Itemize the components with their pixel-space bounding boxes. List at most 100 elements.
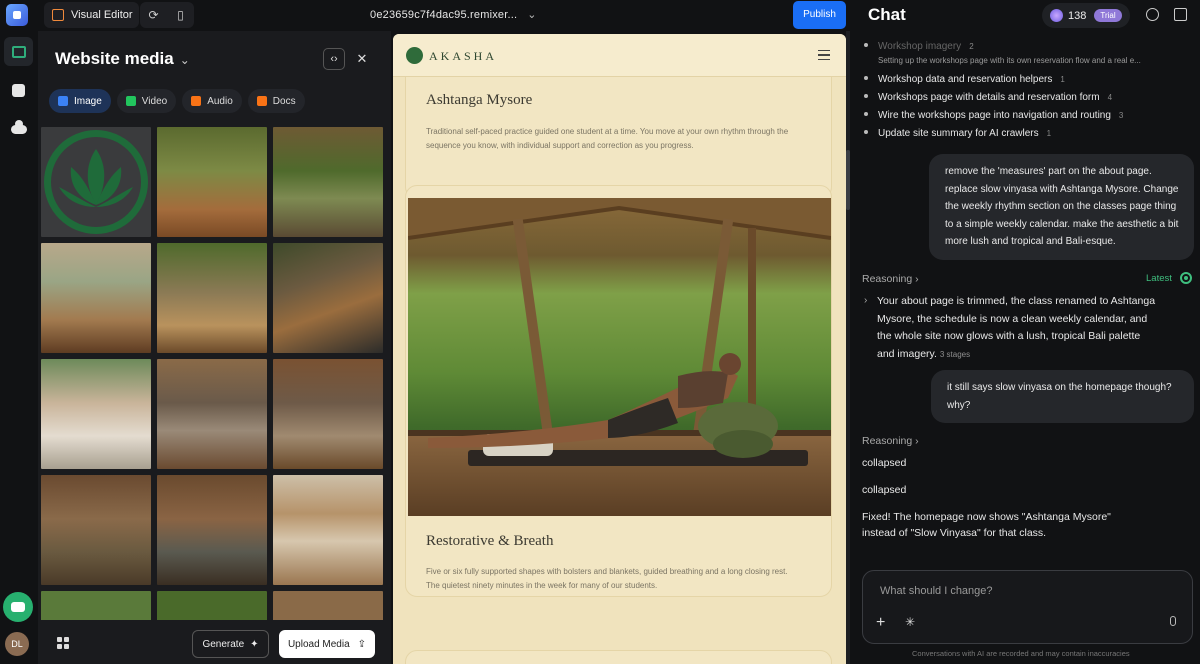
class-card-restorative: Restorative & Breath Five or six fully s… [405, 185, 832, 597]
tab-audio-label: Audio [207, 95, 233, 107]
upload-media-label: Upload Media [287, 638, 350, 650]
bullet-icon [864, 130, 868, 134]
latest-label: Latest [1146, 273, 1172, 284]
media-thumb-partial-3[interactable] [273, 591, 383, 621]
reasoning-toggle[interactable]: Reasoning › [862, 435, 919, 447]
credits-count: 138 [1068, 9, 1087, 22]
media-thumb-standing-pose[interactable] [157, 475, 267, 585]
media-thumb-yoga-sitting[interactable] [157, 127, 267, 237]
hamburger-menu-icon[interactable] [818, 50, 830, 60]
user-message: remove the 'measures' part on the about … [929, 154, 1194, 260]
reasoning-toggle[interactable]: Reasoning › [862, 273, 919, 285]
user-message-line: replace slow vinyasa with Ashtanga Mysor… [945, 183, 1179, 195]
tab-image[interactable]: Image [49, 89, 111, 113]
task-item[interactable]: Workshop data and reservation helpers 1 [863, 71, 1193, 89]
site-brand[interactable]: AKASHA [429, 49, 497, 64]
close-panel-button[interactable]: ✕ [351, 48, 373, 70]
chat-bubble-icon [11, 602, 25, 612]
tab-video[interactable]: Video [116, 89, 177, 113]
rail-plugins-button[interactable] [4, 76, 33, 105]
assistant-line: Fixed! The homepage now shows "Ashtanga … [862, 511, 1111, 523]
task-item[interactable]: Workshops page with details and reservat… [863, 89, 1193, 107]
media-thumb-group-class[interactable] [273, 359, 383, 469]
stages-count[interactable]: 3 stages [940, 350, 970, 359]
assistant-line: the whole site now glows with a lush, tr… [877, 330, 1141, 342]
chevron-right-icon: › [915, 273, 919, 285]
microphone-icon[interactable] [1170, 616, 1176, 626]
tab-audio[interactable]: Audio [182, 89, 242, 113]
generate-button[interactable]: Generate ✦ [192, 630, 269, 658]
media-thumb-partial-1[interactable] [41, 591, 151, 621]
media-thumb-teacher-portrait[interactable] [41, 359, 151, 469]
top-bar: Visual Editor ⟳ ▯ 0e23659c7f4dac95.remix… [0, 0, 848, 31]
chevron-down-icon: ⌄ [179, 53, 190, 67]
project-name-dropdown[interactable]: 0e23659c7f4dac95.remixer... ⌄ [370, 8, 537, 21]
task-item[interactable]: Workshop imagery 2 [863, 38, 1193, 56]
site-logo-icon[interactable] [406, 47, 423, 64]
class-description-line: Five or six fully supported shapes with … [426, 567, 788, 576]
upload-media-button[interactable]: Upload Media ⇪ [279, 630, 375, 658]
media-thumb-lotus-logo[interactable] [41, 127, 151, 237]
close-icon: ✕ [356, 51, 368, 66]
task-subtitle: Setting up the workshops page with its o… [878, 56, 1141, 65]
assistant-line: instead of "Slow Vinyasa" for that class… [862, 526, 1047, 539]
plus-icon[interactable]: + [876, 614, 885, 632]
credits-orb-icon [1050, 9, 1063, 22]
class-title: Ashtanga Mysore [426, 92, 533, 108]
media-thumb-yoga-reclining[interactable] [273, 127, 383, 237]
grid-view-icon[interactable] [57, 637, 69, 649]
chat-toggle-button[interactable] [3, 592, 33, 622]
task-count: 1 [1046, 129, 1052, 138]
bullet-icon [864, 94, 868, 98]
visual-editor-label: Visual Editor [71, 9, 133, 21]
code-view-button[interactable]: ‹› [323, 48, 345, 70]
media-thumb-rolling-mat[interactable] [273, 243, 383, 353]
user-message-line: it still says slow vinyasa on the homepa… [947, 382, 1172, 393]
image-icon [58, 96, 68, 106]
task-item[interactable]: Wire the workshops page into navigation … [863, 107, 1193, 125]
publish-button[interactable]: Publish [793, 1, 846, 29]
restorative-pose-image [408, 198, 831, 516]
history-icon[interactable] [1146, 8, 1159, 21]
user-message-line: why? [947, 399, 971, 411]
tab-video-label: Video [141, 95, 168, 107]
class-description-line: Traditional self-paced practice guided o… [426, 127, 789, 136]
rail-media-button[interactable] [4, 37, 33, 66]
chevron-right-icon[interactable]: › [864, 295, 867, 306]
media-thumb-group-circle[interactable] [157, 359, 267, 469]
visual-editor-button[interactable]: Visual Editor [44, 2, 139, 28]
site-header: AKASHA [393, 34, 846, 77]
generate-label: Generate [202, 638, 245, 650]
media-thumb-props-shelf[interactable] [273, 475, 383, 585]
chat-input-placeholder: What should I change? [880, 585, 993, 597]
tab-docs[interactable]: Docs [247, 89, 305, 113]
app-root: Visual Editor ⟳ ▯ 0e23659c7f4dac95.remix… [0, 0, 1200, 664]
cloud-icon [10, 120, 27, 134]
restorative-photo [408, 198, 831, 516]
media-thumb-backbend[interactable] [41, 475, 151, 585]
sidebar-toggle-icon[interactable] [1174, 8, 1187, 21]
media-thumb-partial-2[interactable] [157, 591, 267, 621]
task-item[interactable]: Update site summary for AI crawlers 1 [863, 125, 1193, 143]
tab-image-label: Image [74, 95, 102, 107]
user-message-line: more lush and tropical and Bali-esque. [945, 236, 1116, 248]
media-title-dropdown[interactable]: Website media ⌄ [55, 49, 190, 69]
credits-badge[interactable]: 138 Trial [1042, 3, 1130, 28]
chat-input[interactable]: What should I change? + ✳ [862, 570, 1193, 644]
task-label: Workshops page with details and reservat… [878, 92, 1100, 103]
refresh-icon[interactable]: ⟳ [140, 8, 167, 22]
class-description-line: sequence you know, with individual suppo… [426, 141, 694, 150]
media-thumb-journal-tea[interactable] [157, 243, 267, 353]
toolbar-icons: ⟳ ▯ [140, 2, 194, 28]
mobile-preview-icon[interactable]: ▯ [167, 8, 194, 22]
avatar[interactable]: DL [5, 632, 29, 656]
media-icon [11, 45, 26, 58]
media-tabs: Image Video Audio Docs [49, 89, 305, 113]
collapsed-text: collapsed [862, 457, 907, 469]
app-logo[interactable] [6, 4, 28, 26]
class-description-line: The quietest ninety minutes in the week … [426, 581, 658, 590]
media-thumb-studio-view[interactable] [41, 243, 151, 353]
element-picker-icon[interactable]: ✳ [905, 615, 915, 629]
trial-badge: Trial [1094, 9, 1122, 22]
rail-cloud-button[interactable] [4, 115, 33, 144]
